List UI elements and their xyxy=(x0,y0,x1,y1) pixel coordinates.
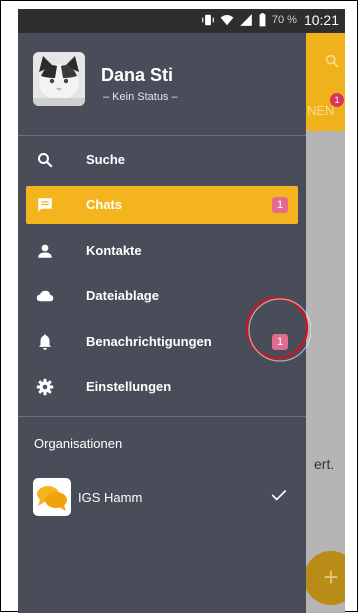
menu-item-settings[interactable]: Einstellungen xyxy=(26,368,298,406)
bell-icon xyxy=(39,334,51,350)
avatar[interactable] xyxy=(33,52,85,106)
divider xyxy=(18,416,306,417)
search-icon[interactable] xyxy=(324,53,340,69)
signal-icon xyxy=(240,14,252,26)
organisation-logo xyxy=(33,478,71,516)
cloud-icon xyxy=(36,290,54,302)
check-icon xyxy=(271,489,287,501)
organisation-item[interactable]: IGS Hamm xyxy=(18,476,306,524)
menu-label: Chats xyxy=(86,197,123,212)
tab-label[interactable]: NEN xyxy=(307,103,334,118)
chat-bubbles-logo xyxy=(37,486,67,511)
menu-label: Einstellungen xyxy=(86,379,172,394)
chat-icon xyxy=(38,198,52,212)
profile-name: Dana Sti xyxy=(101,65,174,85)
menu-label: Suche xyxy=(86,152,126,167)
organisations-heading: Organisationen xyxy=(34,436,123,451)
vibrate-icon xyxy=(202,14,214,26)
screenshot-frame: NEN 1 ert. + 70 % 10:21 Dana Sti – Kein … xyxy=(0,0,358,613)
battery-icon xyxy=(259,13,266,27)
gear-icon xyxy=(36,378,54,396)
annotation-circle xyxy=(245,296,311,362)
wifi-icon xyxy=(220,15,234,26)
menu-label: Dateiablage xyxy=(86,288,159,303)
content-text: ert. xyxy=(314,456,335,472)
cat-photo xyxy=(33,52,85,106)
tab-badge: 1 xyxy=(330,93,344,107)
menu-label: Kontakte xyxy=(86,243,142,258)
contacts-icon xyxy=(38,244,52,258)
profile-header[interactable]: Dana Sti – Kein Status – xyxy=(18,33,306,135)
search-icon xyxy=(38,153,53,168)
battery-percent: 70 % xyxy=(271,14,297,26)
menu-item-contacts[interactable]: Kontakte xyxy=(26,232,298,270)
unread-badge: 1 xyxy=(272,197,288,213)
profile-status: – Kein Status – xyxy=(103,91,178,103)
menu-item-chats[interactable]: Chats 1 xyxy=(26,186,298,224)
organisation-name: IGS Hamm xyxy=(78,490,143,505)
status-bar: 70 % 10:21 xyxy=(18,9,345,33)
divider xyxy=(18,135,306,136)
menu-label: Benachrichtigungen xyxy=(86,334,212,349)
clock: 10:21 xyxy=(303,12,339,28)
menu-item-search[interactable]: Suche xyxy=(26,141,298,179)
